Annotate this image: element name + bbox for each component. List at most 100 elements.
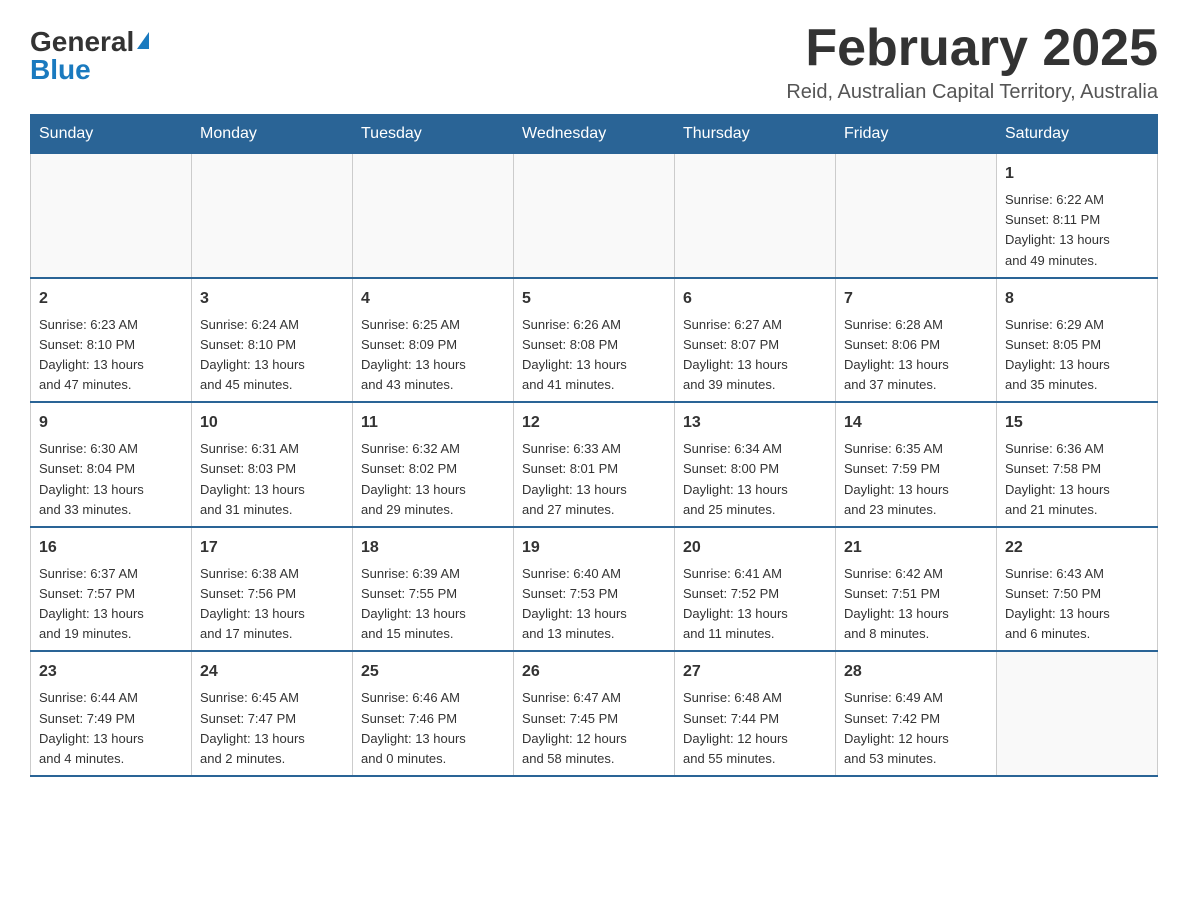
day-info: Sunrise: 6:28 AM Sunset: 8:06 PM Dayligh… [844,315,988,396]
day-info: Sunrise: 6:32 AM Sunset: 8:02 PM Dayligh… [361,439,505,520]
day-number: 13 [683,411,827,435]
calendar-week-4: 16 Sunrise: 6:37 AM Sunset: 7:57 PM Dayli… [31,527,1158,652]
day-info: Sunrise: 6:42 AM Sunset: 7:51 PM Dayligh… [844,564,988,645]
calendar-week-5: 23 Sunrise: 6:44 AM Sunset: 7:49 PM Dayli… [31,651,1158,776]
calendar-cell: 21 Sunrise: 6:42 AM Sunset: 7:51 PM Dayli… [836,527,997,652]
weekday-header-wednesday: Wednesday [514,115,675,154]
calendar-week-3: 9 Sunrise: 6:30 AM Sunset: 8:04 PM Daylig… [31,402,1158,527]
day-info: Sunrise: 6:29 AM Sunset: 8:05 PM Dayligh… [1005,315,1149,396]
day-number: 6 [683,287,827,311]
calendar-cell: 22 Sunrise: 6:43 AM Sunset: 7:50 PM Dayli… [997,527,1158,652]
calendar-cell: 8Sunrise: 6:29 AM Sunset: 8:05 PM Daylig… [997,278,1158,403]
logo-triangle-icon [137,32,149,49]
calendar-cell: 15 Sunrise: 6:36 AM Sunset: 7:58 PM Dayli… [997,402,1158,527]
calendar-cell: 7 Sunrise: 6:28 AM Sunset: 8:06 PM Daylig… [836,278,997,403]
day-info: Sunrise: 6:37 AM Sunset: 7:57 PM Dayligh… [39,564,183,645]
day-info: Sunrise: 6:34 AM Sunset: 8:00 PM Dayligh… [683,439,827,520]
day-info: Sunrise: 6:30 AM Sunset: 8:04 PM Dayligh… [39,439,183,520]
weekday-header-row: SundayMondayTuesdayWednesdayThursdayFrid… [31,115,1158,154]
day-info: Sunrise: 6:23 AM Sunset: 8:10 PM Dayligh… [39,315,183,396]
weekday-header-saturday: Saturday [997,115,1158,154]
calendar-header: SundayMondayTuesdayWednesdayThursdayFrid… [31,115,1158,154]
calendar-cell: 24 Sunrise: 6:45 AM Sunset: 7:47 PM Dayli… [192,651,353,776]
day-number: 4 [361,287,505,311]
day-info: Sunrise: 6:40 AM Sunset: 7:53 PM Dayligh… [522,564,666,645]
day-info: Sunrise: 6:33 AM Sunset: 8:01 PM Dayligh… [522,439,666,520]
day-info: Sunrise: 6:35 AM Sunset: 7:59 PM Dayligh… [844,439,988,520]
day-number: 9 [39,411,183,435]
day-info: Sunrise: 6:31 AM Sunset: 8:03 PM Dayligh… [200,439,344,520]
calendar-cell: 3 Sunrise: 6:24 AM Sunset: 8:10 PM Daylig… [192,278,353,403]
calendar-cell: 20Sunrise: 6:41 AM Sunset: 7:52 PM Dayli… [675,527,836,652]
day-number: 23 [39,660,183,684]
day-info: Sunrise: 6:43 AM Sunset: 7:50 PM Dayligh… [1005,564,1149,645]
title-area: February 2025 Reid, Australian Capital T… [786,20,1158,104]
day-number: 18 [361,536,505,560]
day-info: Sunrise: 6:48 AM Sunset: 7:44 PM Dayligh… [683,688,827,769]
day-number: 1 [1005,162,1149,186]
weekday-header-friday: Friday [836,115,997,154]
calendar-cell [31,154,192,278]
day-info: Sunrise: 6:44 AM Sunset: 7:49 PM Dayligh… [39,688,183,769]
day-number: 5 [522,287,666,311]
calendar-cell: 9 Sunrise: 6:30 AM Sunset: 8:04 PM Daylig… [31,402,192,527]
calendar-week-1: 1 Sunrise: 6:22 AM Sunset: 8:11 PM Daylig… [31,154,1158,278]
day-number: 12 [522,411,666,435]
day-number: 11 [361,411,505,435]
day-info: Sunrise: 6:39 AM Sunset: 7:55 PM Dayligh… [361,564,505,645]
day-info: Sunrise: 6:24 AM Sunset: 8:10 PM Dayligh… [200,315,344,396]
weekday-header-thursday: Thursday [675,115,836,154]
day-number: 2 [39,287,183,311]
day-number: 21 [844,536,988,560]
weekday-header-sunday: Sunday [31,115,192,154]
calendar-cell: 11 Sunrise: 6:32 AM Sunset: 8:02 PM Dayli… [353,402,514,527]
day-number: 22 [1005,536,1149,560]
day-info: Sunrise: 6:27 AM Sunset: 8:07 PM Dayligh… [683,315,827,396]
logo: General Blue [30,20,149,84]
calendar-cell: 4 Sunrise: 6:25 AM Sunset: 8:09 PM Daylig… [353,278,514,403]
calendar-cell: 14 Sunrise: 6:35 AM Sunset: 7:59 PM Dayli… [836,402,997,527]
calendar-cell: 26 Sunrise: 6:47 AM Sunset: 7:45 PM Dayli… [514,651,675,776]
calendar-cell [836,154,997,278]
day-info: Sunrise: 6:26 AM Sunset: 8:08 PM Dayligh… [522,315,666,396]
calendar-cell: 10 Sunrise: 6:31 AM Sunset: 8:03 PM Dayli… [192,402,353,527]
calendar-cell: 2 Sunrise: 6:23 AM Sunset: 8:10 PM Daylig… [31,278,192,403]
day-number: 7 [844,287,988,311]
day-info: Sunrise: 6:25 AM Sunset: 8:09 PM Dayligh… [361,315,505,396]
calendar-cell: 23 Sunrise: 6:44 AM Sunset: 7:49 PM Dayli… [31,651,192,776]
month-title: February 2025 [786,20,1158,77]
day-number: 26 [522,660,666,684]
calendar-cell: 27 Sunrise: 6:48 AM Sunset: 7:44 PM Dayli… [675,651,836,776]
day-number: 3 [200,287,344,311]
day-info: Sunrise: 6:41 AM Sunset: 7:52 PM Dayligh… [683,564,827,645]
calendar-cell [675,154,836,278]
calendar-cell: 13 Sunrise: 6:34 AM Sunset: 8:00 PM Dayli… [675,402,836,527]
day-info: Sunrise: 6:36 AM Sunset: 7:58 PM Dayligh… [1005,439,1149,520]
logo-general: General [30,28,134,56]
weekday-header-monday: Monday [192,115,353,154]
day-number: 24 [200,660,344,684]
day-number: 16 [39,536,183,560]
day-number: 19 [522,536,666,560]
calendar-table: SundayMondayTuesdayWednesdayThursdayFrid… [30,114,1158,777]
day-info: Sunrise: 6:49 AM Sunset: 7:42 PM Dayligh… [844,688,988,769]
day-number: 10 [200,411,344,435]
calendar-cell [997,651,1158,776]
day-number: 15 [1005,411,1149,435]
calendar-cell: 16 Sunrise: 6:37 AM Sunset: 7:57 PM Dayli… [31,527,192,652]
weekday-header-tuesday: Tuesday [353,115,514,154]
day-info: Sunrise: 6:45 AM Sunset: 7:47 PM Dayligh… [200,688,344,769]
logo-blue: Blue [30,56,91,84]
calendar-cell: 17Sunrise: 6:38 AM Sunset: 7:56 PM Dayli… [192,527,353,652]
day-info: Sunrise: 6:47 AM Sunset: 7:45 PM Dayligh… [522,688,666,769]
calendar-cell [514,154,675,278]
day-info: Sunrise: 6:22 AM Sunset: 8:11 PM Dayligh… [1005,190,1149,271]
calendar-cell [353,154,514,278]
day-number: 27 [683,660,827,684]
day-number: 28 [844,660,988,684]
calendar-cell: 12 Sunrise: 6:33 AM Sunset: 8:01 PM Dayli… [514,402,675,527]
day-number: 17 [200,536,344,560]
day-number: 14 [844,411,988,435]
calendar-cell: 5 Sunrise: 6:26 AM Sunset: 8:08 PM Daylig… [514,278,675,403]
calendar-cell: 28 Sunrise: 6:49 AM Sunset: 7:42 PM Dayli… [836,651,997,776]
